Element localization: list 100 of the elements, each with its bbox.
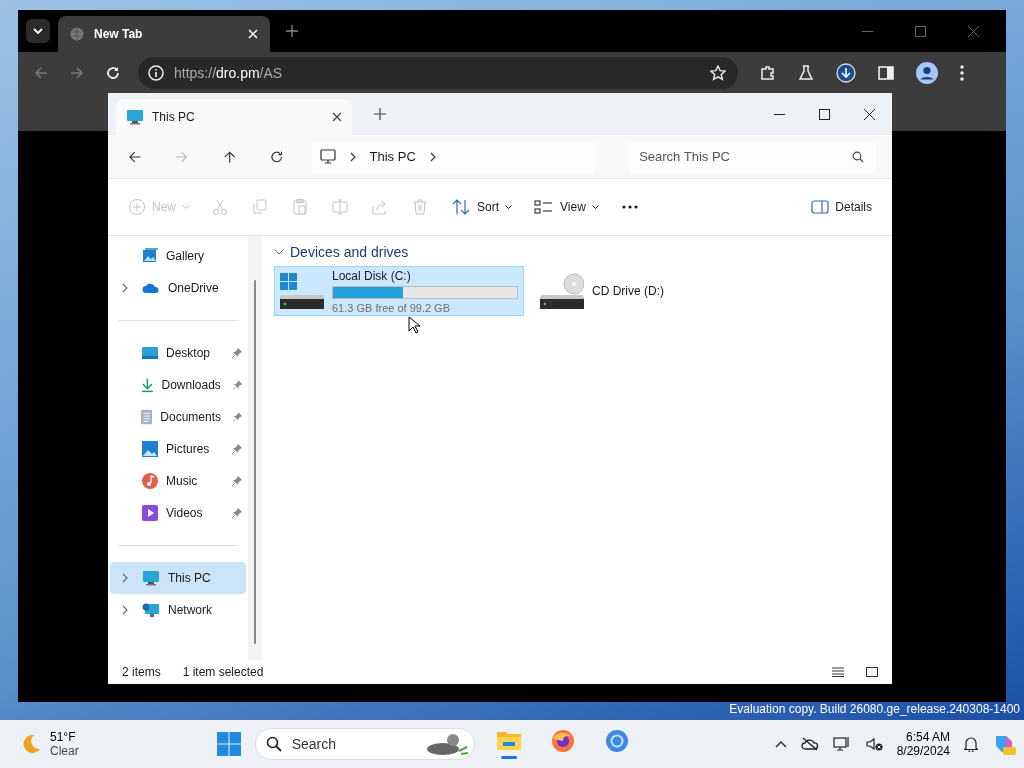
address-bar[interactable]: This PC [311,140,596,173]
chevron-right-icon[interactable] [122,605,128,615]
mouse-cursor-icon [408,316,420,334]
chevron-right-icon[interactable] [122,283,128,293]
star-icon[interactable] [710,65,726,81]
profile-icon[interactable] [916,62,938,84]
drive-item[interactable]: Local Disk (C:) 61.3 GB free of 99.2 GB [274,266,524,316]
cloud-icon [142,282,160,294]
caret-icon [591,204,599,210]
sidebar-item[interactable]: Music [110,465,246,497]
sidebar-item[interactable]: Documents [110,401,246,433]
drive-name: Local Disk (C:) [332,268,412,283]
puzzle-icon[interactable] [760,65,776,81]
chevron-right-icon [429,151,436,162]
monitor-icon [319,149,336,164]
clock[interactable]: 6:54 AM 8/29/2024 [896,730,950,758]
speaker-muted-icon[interactable] [864,736,883,752]
trash-icon [411,198,429,216]
pin-icon[interactable] [232,476,242,486]
info-icon [148,65,164,81]
chevron-down-icon [33,28,43,34]
refresh-icon[interactable] [270,149,284,164]
browser-tab[interactable]: New Tab [58,16,270,52]
sort-button[interactable]: Sort [447,194,517,220]
pin-icon[interactable] [232,444,242,454]
breadcrumb-item[interactable]: This PC [369,149,416,164]
copy-icon [251,198,269,216]
close-icon[interactable] [864,108,875,120]
time-text: 6:54 AM [906,730,950,744]
section-title: Devices and drives [290,244,409,260]
document-icon [140,409,153,425]
tab-title: New Tab [94,27,144,41]
weather-condition-text: Clear [50,744,79,758]
download-icon[interactable] [836,63,856,83]
sidebar-item[interactable]: Desktop [110,337,246,369]
close-icon[interactable] [332,112,342,122]
video-icon [142,505,158,521]
sidebar-item[interactable]: OneDrive [110,272,246,304]
picture-icon [142,248,158,264]
sort-arrows-icon [451,198,471,216]
scissors-icon [211,198,229,216]
network-monitor-icon[interactable] [832,736,851,752]
chevron-right-icon[interactable] [122,573,128,583]
details-view-icon[interactable] [832,667,844,677]
chevron-right-icon [349,151,356,162]
back-arrow-icon[interactable] [128,149,142,164]
pin-icon[interactable] [232,348,242,358]
pin-icon[interactable] [232,508,242,518]
sidebar-item[interactable]: Videos [110,497,246,529]
reload-icon[interactable] [106,66,120,80]
sidebar-item[interactable]: Gallery [110,240,246,272]
hard-drive-icon [280,273,324,309]
sidebar-item[interactable]: This PC [110,562,246,594]
sidebar-item[interactable]: Network [110,594,246,626]
tiles-view-icon[interactable] [866,667,878,677]
cd-drive-icon [540,273,584,309]
up-arrow-icon[interactable] [222,149,237,164]
tab-title: This PC [152,110,195,124]
browser-icon [550,728,575,753]
drive-item[interactable]: CD Drive (D:) [534,266,784,316]
new-tab-icon[interactable] [374,108,386,120]
flask-icon[interactable] [798,65,814,81]
search-field[interactable]: Search This PC [629,140,876,173]
pin-icon[interactable] [233,412,242,422]
explorer-tab[interactable]: This PC [116,99,352,135]
pin-icon[interactable] [232,380,242,390]
tab-search-button[interactable] [26,19,50,43]
sidebar-item[interactable]: Downloads [110,369,246,401]
sidebar-item[interactable]: Pictures [110,433,246,465]
globe-icon [70,27,84,41]
monitor-icon [126,109,144,125]
taskbar-search-field[interactable]: Search [254,728,475,760]
section-header[interactable]: Devices and drives [274,244,880,260]
maximize-icon[interactable] [819,108,830,120]
weather-widget[interactable]: 51°F Clear [20,730,79,758]
bell-icon[interactable] [964,736,978,752]
forward-arrow-icon[interactable] [70,66,84,80]
free-space-text: 61.3 GB free of 99.2 GB [332,301,451,314]
cloud-off-icon[interactable] [800,737,819,751]
date-text: 8/29/2024 [896,744,950,758]
side-panel-icon[interactable] [878,65,894,81]
new-tab-icon[interactable] [286,25,298,37]
browser-icon [604,728,629,753]
picture-icon [142,441,158,457]
more-dots-icon [620,204,639,210]
menu-icon[interactable] [960,65,964,81]
address-bar[interactable]: https://dro.pm/AS [138,57,738,89]
windows-start-icon[interactable] [216,732,241,756]
temperature-text: 51°F [50,730,77,744]
view-button[interactable]: View [530,194,603,220]
caret-icon [505,204,513,210]
chevron-up-icon[interactable] [774,740,787,748]
details-button[interactable]: Details [807,196,876,218]
scrollbar[interactable] [248,236,262,660]
desktop-icon [142,346,158,360]
music-note-icon [142,473,158,489]
download-icon [140,377,154,393]
drive-name: CD Drive (D:) [592,284,665,298]
share-icon [371,198,389,216]
list-view-icon [534,198,555,216]
